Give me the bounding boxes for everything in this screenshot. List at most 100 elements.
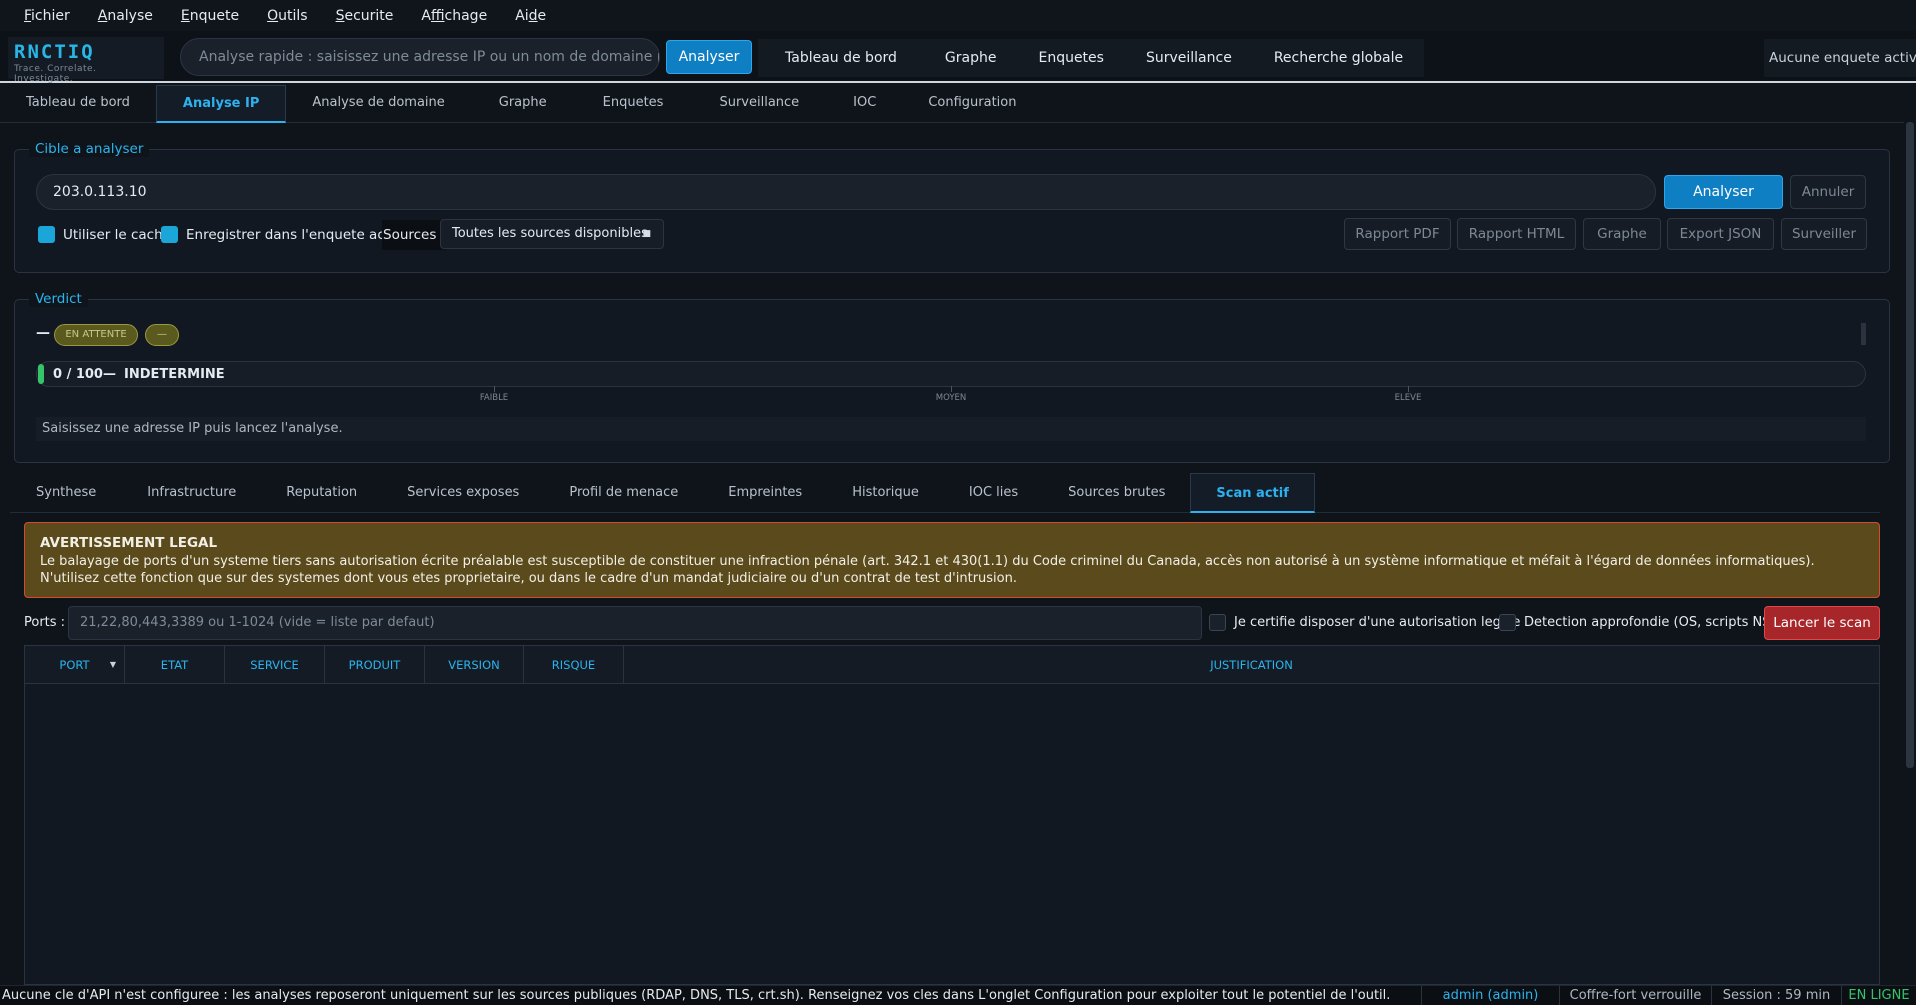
subtab-history[interactable]: Historique bbox=[827, 473, 944, 513]
top-nav-global-search[interactable]: Recherche globale bbox=[1253, 39, 1424, 77]
main-tabs: Tableau de bord Analyse IP Analyse de do… bbox=[0, 85, 1916, 123]
column-port[interactable]: PORT ▼ bbox=[25, 646, 125, 683]
chevron-down-icon: ■ bbox=[642, 229, 651, 239]
active-investigation-label: Aucune enquete active bbox=[1764, 39, 1916, 77]
column-service[interactable]: SERVICE bbox=[225, 646, 325, 683]
tick-label-low: FAIBLE bbox=[479, 393, 509, 403]
launch-scan-button[interactable]: Lancer le scan bbox=[1764, 606, 1880, 640]
tab-configuration[interactable]: Configuration bbox=[902, 85, 1042, 123]
quick-analyze-button[interactable]: Analyser bbox=[666, 40, 752, 74]
analyze-button[interactable]: Analyser bbox=[1664, 175, 1783, 209]
certify-label: Je certifie disposer d'une autorisation … bbox=[1234, 615, 1521, 630]
tab-investigations[interactable]: Enquetes bbox=[575, 85, 692, 123]
html-report-button[interactable]: Rapport HTML bbox=[1457, 218, 1576, 250]
menu-bar: Fichier Analyse Enquete Outils Securite … bbox=[0, 0, 1916, 31]
subtab-active-scan[interactable]: Scan actif bbox=[1190, 473, 1315, 513]
api-key-message: Aucune cle d'API n'est configuree : les … bbox=[2, 988, 1391, 1003]
column-product[interactable]: PRODUIT bbox=[325, 646, 425, 683]
warning-line-1: Le balayage de ports d'un systeme tiers … bbox=[40, 554, 1815, 569]
session-timer: Session : 59 min bbox=[1711, 986, 1841, 1005]
monitor-button[interactable]: Surveiller bbox=[1781, 218, 1867, 250]
menu-outils[interactable]: Outils bbox=[255, 8, 319, 24]
top-nav: Tableau de bord Graphe Enquetes Surveill… bbox=[758, 39, 1425, 77]
page-scrollbar[interactable] bbox=[1906, 122, 1914, 768]
verdict-legend: Verdict bbox=[29, 291, 88, 307]
subtab-related-ioc[interactable]: IOC lies bbox=[944, 473, 1043, 513]
top-nav-surveillance[interactable]: Surveillance bbox=[1125, 39, 1253, 77]
target-input[interactable]: 203.0.113.10 bbox=[36, 174, 1656, 210]
deep-detection-label: Detection approfondie (OS, scripts NSE) bbox=[1524, 615, 1784, 630]
tick-label-high: ELEVE bbox=[1394, 393, 1422, 403]
tick-low bbox=[494, 386, 495, 392]
vault-status: Coffre-fort verrouille bbox=[1559, 986, 1711, 1005]
tab-ip-analysis[interactable]: Analyse IP bbox=[155, 85, 287, 123]
column-state[interactable]: ETAT bbox=[125, 646, 225, 683]
status-badge: EN ATTENTE bbox=[54, 324, 138, 346]
score-value: 0 / 100 bbox=[53, 367, 103, 382]
score-fill bbox=[38, 364, 44, 384]
top-toolbar: RNCTIQ Trace. Correlate. Investigate. An… bbox=[0, 31, 1916, 84]
scan-results-table: PORT ▼ ETAT SERVICE PRODUIT VERSION RISQU… bbox=[24, 645, 1880, 985]
save-active-checkbox[interactable] bbox=[161, 226, 178, 243]
menu-affichage[interactable]: Affichage bbox=[409, 8, 499, 24]
deep-detection-checkbox[interactable] bbox=[1499, 614, 1516, 631]
menu-securite[interactable]: Securite bbox=[324, 8, 406, 24]
verdict-scroll-handle[interactable] bbox=[1861, 323, 1866, 345]
menu-enquete[interactable]: Enquete bbox=[169, 8, 251, 24]
tab-ioc[interactable]: IOC bbox=[827, 85, 902, 123]
tick-label-medium: MOYEN bbox=[935, 393, 967, 403]
score-level: INDETERMINE bbox=[124, 367, 225, 382]
tab-domain-analysis[interactable]: Analyse de domaine bbox=[286, 85, 470, 123]
secondary-badge: — bbox=[145, 324, 179, 346]
save-active-label: Enregistrer dans l'enquete active bbox=[186, 227, 411, 243]
sort-desc-icon: ▼ bbox=[109, 660, 116, 669]
ports-input[interactable]: 21,22,80,443,3389 ou 1-1024 (vide = list… bbox=[68, 606, 1202, 640]
subtab-fingerprints[interactable]: Empreintes bbox=[703, 473, 827, 513]
tab-surveillance[interactable]: Surveillance bbox=[691, 85, 827, 123]
menu-aide[interactable]: Aide bbox=[503, 8, 558, 24]
warning-title: AVERTISSEMENT LEGAL bbox=[40, 535, 218, 551]
menu-analyse[interactable]: Analyse bbox=[86, 8, 165, 24]
menu-fichier[interactable]: Fichier bbox=[12, 8, 82, 24]
target-legend: Cible a analyser bbox=[29, 141, 150, 157]
ports-label: Ports : bbox=[24, 615, 66, 630]
quick-search-input[interactable]: Analyse rapide : saisissez une adresse I… bbox=[180, 38, 660, 76]
verdict-dash: — bbox=[36, 325, 50, 341]
subtab-raw-sources[interactable]: Sources brutes bbox=[1043, 473, 1190, 513]
top-nav-dashboard[interactable]: Tableau de bord bbox=[758, 39, 924, 77]
column-version[interactable]: VERSION bbox=[425, 646, 524, 683]
tab-graph[interactable]: Graphe bbox=[471, 85, 575, 123]
column-risk[interactable]: RISQUE bbox=[524, 646, 624, 683]
tab-dashboard[interactable]: Tableau de bord bbox=[0, 85, 156, 123]
export-json-button[interactable]: Export JSON bbox=[1667, 218, 1774, 250]
legal-warning: AVERTISSEMENT LEGAL Le balayage de ports… bbox=[24, 522, 1880, 598]
app-logo: RNCTIQ Trace. Correlate. Investigate. bbox=[8, 37, 164, 84]
graph-button[interactable]: Graphe bbox=[1583, 218, 1661, 250]
online-status: EN LIGNE bbox=[1841, 986, 1916, 1005]
brand-name: RNCTIQ bbox=[14, 41, 95, 63]
top-nav-graph[interactable]: Graphe bbox=[924, 39, 1018, 77]
top-nav-investigations[interactable]: Enquetes bbox=[1017, 39, 1125, 77]
sources-select[interactable]: Toutes les sources disponibles ■ bbox=[440, 219, 664, 249]
use-cache-label: Utiliser le cache bbox=[63, 227, 171, 243]
current-user: admin (admin) bbox=[1421, 986, 1559, 1005]
subtab-reputation[interactable]: Reputation bbox=[261, 473, 382, 513]
score-separator: — bbox=[103, 367, 116, 382]
subtab-synthese[interactable]: Synthese bbox=[10, 473, 122, 513]
pdf-report-button[interactable]: Rapport PDF bbox=[1344, 218, 1451, 250]
use-cache-checkbox[interactable] bbox=[38, 226, 55, 243]
tick-high bbox=[1408, 386, 1409, 392]
cancel-button[interactable]: Annuler bbox=[1790, 175, 1866, 209]
tick-medium bbox=[951, 386, 952, 392]
target-group: Cible a analyser bbox=[14, 141, 1890, 273]
certify-checkbox[interactable] bbox=[1209, 614, 1226, 631]
subtab-threat-profile[interactable]: Profil de menace bbox=[544, 473, 703, 513]
sources-label: Sources : bbox=[382, 220, 447, 250]
status-bar: Aucune cle d'API n'est configuree : les … bbox=[0, 985, 1916, 1005]
warning-line-2: N'utilisez cette fonction que sur des sy… bbox=[40, 571, 1017, 586]
subtab-services[interactable]: Services exposes bbox=[382, 473, 544, 513]
subtab-infrastructure[interactable]: Infrastructure bbox=[122, 473, 261, 513]
brand-tagline: Trace. Correlate. Investigate. bbox=[14, 64, 97, 84]
sources-value: Toutes les sources disponibles bbox=[452, 226, 648, 241]
column-justification[interactable]: JUSTIFICATION bbox=[624, 646, 1879, 683]
